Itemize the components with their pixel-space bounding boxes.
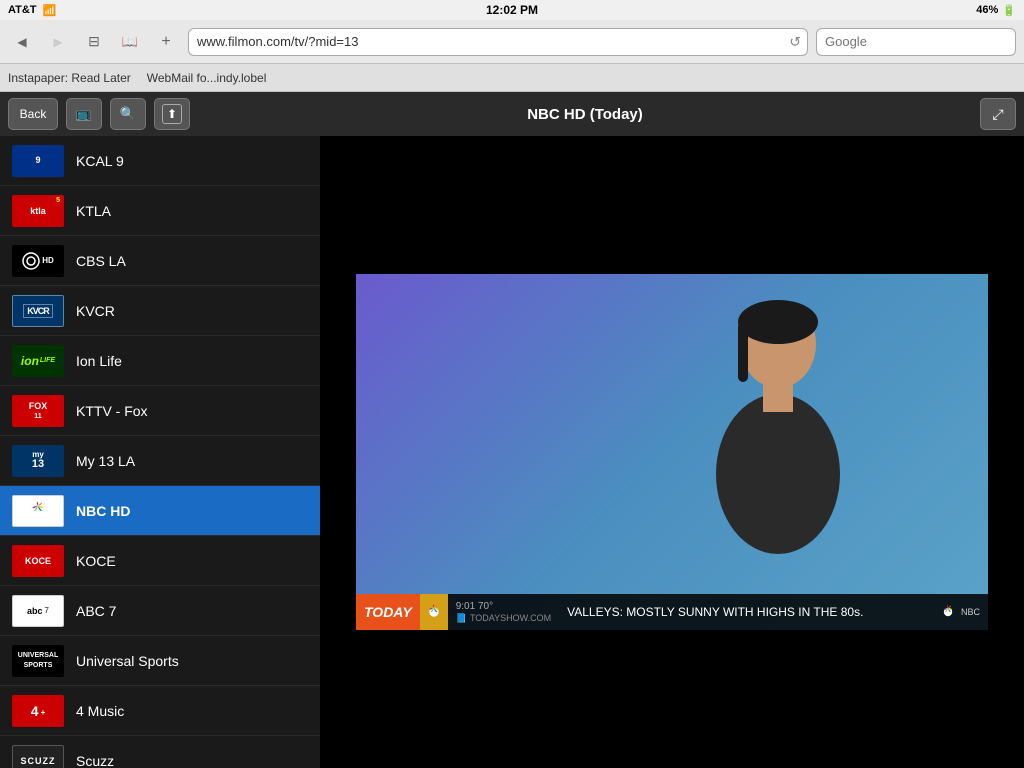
channel-logo-scuzz: SCUZZ (12, 745, 64, 768)
bookmark-instapaper[interactable]: Instapaper: Read Later (8, 71, 131, 85)
main-content: 9 KCAL 9 ktla 5 KTLA HD CBS LA KVCR KVCR (0, 136, 1024, 768)
channel-logo-4music: 4 + (12, 695, 64, 727)
channel-logo-ktla: ktla 5 (12, 195, 64, 227)
back-button[interactable] (8, 28, 36, 56)
now-playing-title: NBC HD (Today) (198, 106, 972, 123)
ticker-info: 9:01 70° 📘TODAYSHOW.COM (448, 601, 559, 624)
forward-button[interactable] (44, 28, 72, 56)
ticker-bar: TODAY 9:01 70° 📘TODAYSHOW.COM (356, 594, 988, 630)
ticker-today-label: TODAY (356, 594, 420, 630)
video-player-area[interactable]: TODAY 9:01 70° 📘TODAYSHOW.COM (320, 136, 1024, 768)
back-button-toolbar[interactable]: Back (8, 98, 58, 130)
channel-name-kcal9: KCAL 9 (76, 153, 124, 169)
channel-item-ktla[interactable]: ktla 5 KTLA (0, 186, 320, 236)
battery-label: 46% (976, 4, 998, 16)
channel-item-my13la[interactable]: my13 My 13 LA (0, 436, 320, 486)
search-button[interactable]: 🔍 (110, 98, 146, 130)
status-time: 12:02 PM (486, 3, 538, 17)
channel-name-cbsla: CBS LA (76, 253, 126, 269)
channel-item-cbsla[interactable]: HD CBS LA (0, 236, 320, 286)
channel-name-ktla: KTLA (76, 203, 111, 219)
channel-logo-ionlife: ion LIFE (12, 345, 64, 377)
ticker-nbc-logo (420, 594, 448, 630)
google-input[interactable] (825, 34, 1007, 49)
search-icon: 🔍 (120, 106, 136, 122)
google-search-bar (816, 28, 1016, 56)
wifi-icon: 📶 (43, 4, 57, 17)
anchor-person (668, 294, 888, 594)
channel-logo-abc7: abc 7 (12, 595, 64, 627)
fullscreen-icon: ⤢ (992, 106, 1003, 123)
ticker-text: VALLEYS: MOSTLY SUNNY WITH HIGHS IN THE … (559, 605, 871, 619)
tv-guide-button[interactable]: 📺 (66, 98, 102, 130)
channel-name-nbchd: NBC HD (76, 503, 130, 519)
channel-item-4music[interactable]: 4 + 4 Music (0, 686, 320, 736)
video-background (356, 274, 988, 630)
channel-logo-my13la: my13 (12, 445, 64, 477)
status-left: AT&T 📶 (8, 4, 56, 17)
app-toolbar: Back 📺 🔍 ⬆ NBC HD (Today) ⤢ (0, 92, 1024, 136)
bookmarks-button[interactable] (116, 28, 144, 56)
channel-name-abc7: ABC 7 (76, 603, 116, 619)
channel-item-universal[interactable]: UNIVERSALSPORTS Universal Sports (0, 636, 320, 686)
channel-name-ionlife: Ion Life (76, 353, 122, 369)
channel-item-kttv[interactable]: FOX11 KTTV - Fox (0, 386, 320, 436)
url-input[interactable] (197, 34, 779, 49)
channel-logo-koce: KOCE (12, 545, 64, 577)
channel-name-4music: 4 Music (76, 703, 124, 719)
channel-logo-kcal9: 9 (12, 145, 64, 177)
video-frame: TODAY 9:01 70° 📘TODAYSHOW.COM (356, 274, 988, 630)
url-bar: ↺ (188, 28, 808, 56)
channel-logo-nbchd (12, 495, 64, 527)
channel-list: 9 KCAL 9 ktla 5 KTLA HD CBS LA KVCR KVCR (0, 136, 320, 768)
channel-name-kvcr: KVCR (76, 303, 115, 319)
new-tab-button[interactable] (152, 28, 180, 56)
bookmarks-bar: Instapaper: Read Later WebMail fo...indy… (0, 64, 1024, 92)
channel-logo-kttv: FOX11 (12, 395, 64, 427)
reload-button[interactable]: ↺ (789, 33, 801, 50)
browser-chrome: ↺ (0, 20, 1024, 64)
channel-name-my13la: My 13 LA (76, 453, 135, 469)
battery-icon: 🔋 (1002, 4, 1016, 17)
status-right: 46% 🔋 (976, 4, 1016, 17)
channel-item-kvcr[interactable]: KVCR KVCR (0, 286, 320, 336)
status-bar: AT&T 📶 12:02 PM 46% 🔋 (0, 0, 1024, 20)
tv-icon: 📺 (76, 106, 92, 122)
channel-name-koce: KOCE (76, 553, 116, 569)
channel-logo-universal: UNIVERSALSPORTS (12, 645, 64, 677)
carrier-label: AT&T (8, 4, 37, 16)
share-icon: ⬆ (162, 104, 182, 124)
channel-logo-cbsla: HD (12, 245, 64, 277)
ticker-network-logo: NBC (931, 603, 988, 621)
fullscreen-button[interactable]: ⤢ (980, 98, 1016, 130)
channel-name-universal: Universal Sports (76, 653, 179, 669)
channel-item-kcal9[interactable]: 9 KCAL 9 (0, 136, 320, 186)
channel-item-ionlife[interactable]: ion LIFE Ion Life (0, 336, 320, 386)
channel-name-kttv: KTTV - Fox (76, 403, 148, 419)
tabs-button[interactable] (80, 28, 108, 56)
share-button[interactable]: ⬆ (154, 98, 190, 130)
channel-name-scuzz: Scuzz (76, 753, 114, 768)
channel-item-scuzz[interactable]: SCUZZ Scuzz (0, 736, 320, 768)
channel-logo-kvcr: KVCR (12, 295, 64, 327)
channel-item-nbchd[interactable]: NBC HD (0, 486, 320, 536)
bookmark-webmail[interactable]: WebMail fo...indy.lobel (147, 71, 267, 85)
channel-item-koce[interactable]: KOCE KOCE (0, 536, 320, 586)
channel-item-abc7[interactable]: abc 7 ABC 7 (0, 586, 320, 636)
